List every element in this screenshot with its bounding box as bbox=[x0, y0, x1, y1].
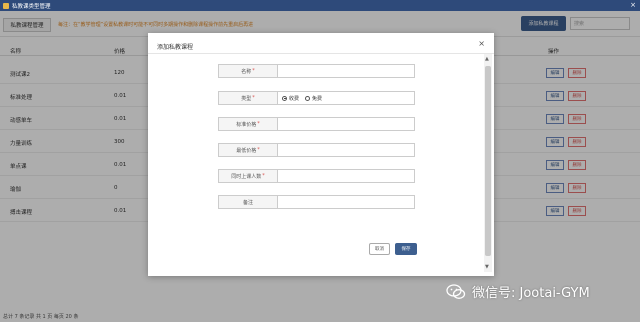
app-icon bbox=[3, 2, 9, 9]
wechat-watermark: 微信号: Jootai-GYM bbox=[446, 282, 590, 301]
radio-free-label: 免费 bbox=[312, 95, 323, 102]
save-button[interactable]: 保存 bbox=[395, 243, 417, 255]
type-label: 类型 * bbox=[218, 91, 278, 105]
remark-label: 备注 bbox=[218, 195, 278, 209]
standard-price-label-text: 标准价格 bbox=[236, 121, 257, 128]
capacity-input[interactable] bbox=[277, 169, 415, 183]
window-titlebar: 私教课类型管理 × bbox=[0, 0, 640, 11]
scrollbar-thumb[interactable] bbox=[485, 66, 491, 256]
type-radio-group: 收费 免费 bbox=[277, 91, 415, 105]
name-label-text: 名称 bbox=[241, 68, 252, 75]
scroll-down-icon[interactable]: ▼ bbox=[485, 264, 489, 270]
lowest-price-label: 最低价格 * bbox=[218, 143, 278, 157]
cancel-button[interactable]: 取消 bbox=[369, 243, 390, 255]
radio-free[interactable]: 免费 bbox=[305, 95, 322, 102]
required-mark: * bbox=[257, 147, 260, 153]
standard-price-input[interactable] bbox=[277, 117, 415, 131]
standard-price-label: 标准价格 * bbox=[218, 117, 278, 131]
watermark-text: 微信号: Jootai-GYM bbox=[472, 286, 590, 301]
name-label: 名称 * bbox=[218, 64, 278, 78]
remark-input[interactable] bbox=[277, 195, 415, 209]
dialog-divider bbox=[148, 53, 494, 54]
dialog-title: 添加私教课程 bbox=[157, 44, 194, 51]
required-mark: * bbox=[252, 95, 255, 101]
wechat-icon bbox=[446, 283, 466, 300]
add-course-dialog: 添加私教课程 × 名称 * 类型 * 收费 免费 标准价格 * 最低价格 * 同时上课人… bbox=[148, 33, 494, 276]
required-mark: * bbox=[262, 173, 265, 179]
scroll-up-icon[interactable]: ▲ bbox=[485, 56, 489, 62]
capacity-label-text: 同时上课人数 bbox=[231, 173, 262, 180]
required-mark: * bbox=[252, 68, 255, 74]
window-title: 私教课类型管理 bbox=[12, 3, 51, 10]
remark-label-text: 备注 bbox=[242, 199, 253, 206]
radio-paid-label: 收费 bbox=[289, 95, 300, 102]
radio-unchecked-icon bbox=[305, 95, 311, 101]
lowest-price-input[interactable] bbox=[277, 143, 415, 157]
capacity-label: 同时上课人数 * bbox=[218, 169, 278, 183]
radio-checked-icon bbox=[282, 95, 287, 101]
type-label-text: 类型 bbox=[241, 95, 252, 102]
vertical-scrollbar[interactable]: ▲ ▼ bbox=[484, 54, 492, 272]
window-close-icon[interactable]: × bbox=[630, 1, 636, 9]
lowest-price-label-text: 最低价格 bbox=[236, 147, 257, 154]
radio-paid[interactable]: 收费 bbox=[282, 95, 299, 102]
close-icon[interactable]: × bbox=[478, 39, 485, 48]
required-mark: * bbox=[257, 121, 260, 127]
name-input[interactable] bbox=[277, 64, 415, 78]
